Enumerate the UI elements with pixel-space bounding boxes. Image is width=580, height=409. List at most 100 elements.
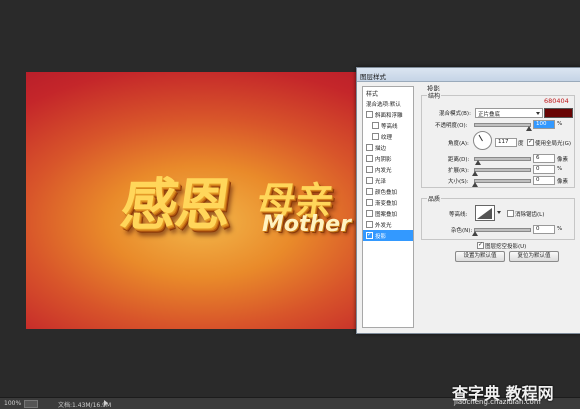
angle-dial[interactable]: [473, 131, 492, 150]
opacity-slider[interactable]: [474, 123, 531, 127]
style-item-stroke[interactable]: 描边: [363, 142, 413, 153]
contour-picker[interactable]: [475, 205, 495, 221]
noise-value: 0: [536, 226, 540, 232]
structure-label: 结构: [427, 91, 442, 100]
antialias-checkbox[interactable]: [507, 210, 514, 217]
document-canvas[interactable]: 感恩 母亲 Mother: [26, 72, 408, 329]
spread-label: 扩展(R):: [448, 168, 469, 174]
blend-mode-label: 混合模式(B):: [439, 111, 471, 117]
artwork-title-en: Mother: [262, 212, 351, 237]
angle-value: 117: [498, 139, 509, 145]
style-item-blending-options[interactable]: 混合选项:默认: [363, 98, 413, 109]
style-item-checkbox[interactable]: [366, 166, 373, 173]
style-item-satin[interactable]: 光泽: [363, 175, 413, 186]
style-item-checkbox[interactable]: [366, 231, 373, 239]
distance-value: 6: [536, 155, 540, 161]
style-item-label: 图案叠加: [375, 212, 398, 218]
shadow-color-swatch[interactable]: [544, 108, 573, 118]
style-item-gradient-overlay[interactable]: 渐变叠加: [363, 197, 413, 208]
angle-dial-needle: [478, 134, 483, 142]
style-item-drop-shadow[interactable]: 投影: [363, 230, 413, 241]
style-item-checkbox[interactable]: [366, 155, 373, 162]
spread-value: 0: [536, 166, 540, 172]
opacity-slider-thumb[interactable]: [526, 126, 532, 131]
size-slider-thumb[interactable]: [472, 182, 478, 187]
style-item-outer-glow[interactable]: 外发光: [363, 219, 413, 230]
size-value: 0: [536, 177, 540, 183]
styles-list: 样式 混合选项:默认 斜面和浮雕 等高线 纹理 描边 内阴影 内发光 光泽 颜色…: [362, 86, 414, 328]
quality-label: 品质: [427, 194, 442, 203]
angle-unit: 度: [518, 141, 524, 147]
set-default-button[interactable]: 设置为默认值: [455, 251, 505, 262]
style-item-color-overlay[interactable]: 颜色叠加: [363, 186, 413, 197]
artwork-title-cn: 感恩: [116, 173, 234, 238]
style-item-label: 投影: [375, 234, 387, 240]
blend-mode-select[interactable]: 正片叠底: [475, 108, 543, 118]
status-menu-arrow-icon[interactable]: [104, 400, 108, 406]
noise-slider[interactable]: [474, 228, 531, 232]
opacity-input[interactable]: 100: [533, 120, 555, 129]
style-item-checkbox[interactable]: [366, 199, 373, 206]
chevron-down-icon[interactable]: [497, 211, 501, 214]
global-light-label: 使用全局光(G): [535, 141, 572, 147]
layer-style-dialog: 图层样式 样式 混合选项:默认 斜面和浮雕 等高线 纹理 描边 内阴影 内发光: [356, 67, 580, 334]
style-item-label: 外发光: [375, 223, 392, 229]
size-slider[interactable]: [474, 179, 531, 183]
shadow-color-hex: 680404: [544, 97, 569, 105]
reset-default-button[interactable]: 复位为默认值: [509, 251, 559, 262]
style-item-inner-glow[interactable]: 内发光: [363, 164, 413, 175]
opacity-unit: %: [557, 121, 563, 127]
watermark-url: jiaocheng.chazidian.com: [454, 398, 541, 406]
style-item-label: 斜面和浮雕: [375, 113, 403, 119]
style-item-pattern-overlay[interactable]: 图案叠加: [363, 208, 413, 219]
noise-label: 杂色(N):: [451, 228, 473, 234]
style-item-checkbox[interactable]: [366, 144, 373, 151]
style-item-label: 描边: [375, 146, 387, 152]
style-item-checkbox[interactable]: [366, 188, 373, 195]
angle-input[interactable]: 117: [495, 138, 517, 147]
style-item-label: 等高线: [381, 124, 398, 130]
spread-slider-thumb[interactable]: [472, 171, 478, 176]
style-item-label: 纹理: [381, 135, 393, 141]
style-item-label: 混合选项:默认: [366, 102, 401, 108]
distance-unit: 像素: [557, 157, 569, 163]
spread-unit: %: [557, 166, 563, 172]
style-item-bevel-emboss[interactable]: 斜面和浮雕: [363, 109, 413, 120]
style-item-checkbox[interactable]: [372, 122, 379, 129]
noise-slider-thumb[interactable]: [472, 231, 478, 236]
knockout-checkbox[interactable]: [477, 241, 484, 249]
global-light-checkbox[interactable]: [527, 138, 534, 146]
distance-slider-thumb[interactable]: [475, 160, 481, 165]
knockout-label: 图层挖空投影(U): [485, 244, 527, 250]
styles-header: 样式: [366, 91, 379, 98]
zoom-level[interactable]: 100%: [4, 400, 21, 407]
dialog-titlebar[interactable]: 图层样式: [357, 68, 580, 82]
noise-input[interactable]: 0: [533, 225, 555, 234]
site-watermark: 查字典 教程网 jiaocheng.chazidian.com: [452, 380, 580, 409]
style-item-checkbox[interactable]: [372, 133, 379, 140]
spread-input[interactable]: 0: [533, 165, 555, 174]
style-item-label: 光泽: [375, 179, 387, 185]
dialog-title: 图层样式: [360, 73, 386, 81]
contour-label: 等高线:: [449, 212, 468, 218]
distance-label: 距离(D):: [448, 157, 470, 163]
style-item-label: 颜色叠加: [375, 190, 398, 196]
style-item-texture[interactable]: 纹理: [363, 131, 413, 142]
distance-slider[interactable]: [474, 157, 531, 161]
style-item-inner-shadow[interactable]: 内阴影: [363, 153, 413, 164]
style-item-checkbox[interactable]: [366, 177, 373, 184]
opacity-value: 100: [536, 121, 547, 127]
style-item-label: 渐变叠加: [375, 201, 398, 207]
style-item-contour[interactable]: 等高线: [363, 120, 413, 131]
spread-slider[interactable]: [474, 168, 531, 172]
blend-mode-value: 正片叠底: [478, 112, 501, 118]
style-item-checkbox[interactable]: [366, 111, 373, 118]
style-item-checkbox[interactable]: [366, 210, 373, 217]
size-input[interactable]: 0: [533, 176, 555, 185]
antialias-label: 消除锯齿(L): [515, 212, 545, 218]
noise-unit: %: [557, 226, 563, 232]
style-item-checkbox[interactable]: [366, 221, 373, 228]
size-label: 大小(S):: [448, 179, 469, 185]
chevron-down-icon: [536, 112, 540, 115]
distance-input[interactable]: 6: [533, 154, 555, 163]
